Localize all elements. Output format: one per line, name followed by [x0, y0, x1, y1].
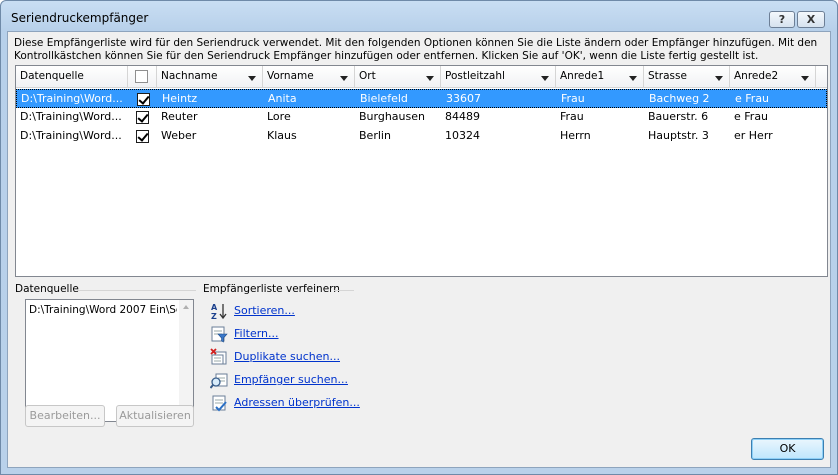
cell-plz: 84489 [445, 110, 480, 123]
row-checkbox[interactable] [136, 111, 149, 124]
col-header-label: Datenquelle [20, 70, 84, 82]
svg-text:Z: Z [211, 312, 217, 320]
cell-vorname: Anita [268, 92, 297, 105]
ok-button[interactable]: OK [751, 438, 824, 460]
row-checkbox[interactable] [137, 93, 150, 106]
table-row[interactable]: D:\Training\Word... Heintz Anita Bielefe… [16, 89, 827, 108]
cell-anrede2: e Frau [734, 110, 769, 123]
cell-nachname: Reuter [161, 110, 198, 123]
edit-button[interactable]: Bearbeiten... [25, 405, 105, 427]
intro-text: Diese Empfängerliste wird für den Serien… [14, 37, 818, 62]
find-recipient-link[interactable]: Empfänger suchen... [234, 373, 348, 386]
cell-nachname: Weber [161, 129, 197, 142]
title-bar[interactable]: Seriendruckempfänger ? X [1, 1, 837, 31]
cell-anrede2: er Herr [734, 129, 773, 142]
cell-anrede1: Frau [560, 110, 584, 123]
col-header-label: Anrede1 [560, 70, 605, 82]
duplicates-link[interactable]: Duplikate suchen... [234, 350, 340, 363]
col-header-label: Postleitzahl [445, 70, 505, 82]
col-header-postleitzahl[interactable]: Postleitzahl [441, 66, 556, 88]
col-header-label: Vorname [267, 70, 314, 82]
filter-link[interactable]: Filtern... [234, 327, 279, 340]
col-header-checkbox[interactable] [128, 66, 157, 88]
cell-source: D:\Training\Word... [20, 129, 122, 142]
cell-strasse: Hauptstr. 3 [648, 129, 709, 142]
table-row[interactable]: D:\Training\Word... Reuter Lore Burghaus… [16, 108, 827, 127]
find-recipient-icon [210, 373, 228, 389]
col-header-label: Ort [359, 70, 376, 82]
duplicates-icon [210, 348, 227, 365]
cell-ort: Berlin [359, 129, 391, 142]
col-header-nachname[interactable]: Nachname [157, 66, 263, 88]
cell-strasse: Bauerstr. 6 [648, 110, 709, 123]
refine-label: Empfängerliste verfeinern [203, 283, 340, 295]
list-header: Datenquelle Nachname Vorname Ort Postlei… [16, 66, 827, 88]
help-button[interactable]: ? [769, 11, 795, 28]
sort-link[interactable]: Sortieren... [234, 304, 295, 317]
cell-ort: Burghausen [359, 110, 425, 123]
dropdown-arrow-icon[interactable] [801, 76, 809, 81]
cell-anrede1: Herrn [560, 129, 591, 142]
cell-plz: 10324 [445, 129, 480, 142]
cell-strasse: Bachweg 2 [649, 92, 710, 105]
select-all-checkbox[interactable] [135, 70, 148, 83]
refresh-button[interactable]: Aktualisieren [116, 405, 194, 427]
table-row[interactable]: D:\Training\Word... Weber Klaus Berlin 1… [16, 127, 827, 146]
col-header-ort[interactable]: Ort [355, 66, 441, 88]
col-header-datenquelle[interactable]: Datenquelle [16, 66, 128, 88]
vertical-scrollbar[interactable] [179, 300, 193, 421]
sort-icon: A Z [211, 303, 227, 320]
cell-nachname: Heintz [162, 92, 198, 105]
recipient-list[interactable]: Datenquelle Nachname Vorname Ort Postlei… [15, 65, 828, 277]
cell-vorname: Klaus [267, 129, 297, 142]
col-header-strasse[interactable]: Strasse [644, 66, 730, 88]
datasource-label: Datenquelle [15, 283, 79, 295]
cell-ort: Bielefeld [360, 92, 408, 105]
datasource-list[interactable]: D:\Training\Word 2007 Ein\Sch [25, 299, 194, 422]
cell-source: D:\Training\Word... [21, 92, 123, 105]
col-header-vorname[interactable]: Vorname [263, 66, 355, 88]
col-header-anrede1[interactable]: Anrede1 [556, 66, 644, 88]
cell-anrede2: e Frau [735, 92, 770, 105]
cell-source: D:\Training\Word... [20, 110, 122, 123]
divider [78, 290, 196, 291]
window-title: Seriendruckempfänger [11, 11, 149, 25]
dropdown-arrow-icon[interactable] [715, 76, 723, 81]
dialog-client: Diese Empfängerliste wird für den Serien… [7, 31, 831, 468]
col-header-label: Strasse [648, 70, 687, 82]
row-checkbox[interactable] [136, 130, 149, 143]
datasource-item[interactable]: D:\Training\Word 2007 Ein\Sch [29, 304, 177, 316]
divider [334, 290, 354, 291]
col-header-anrede2[interactable]: Anrede2 [730, 66, 816, 88]
col-header-label: Anrede2 [734, 70, 779, 82]
dropdown-arrow-icon[interactable] [426, 76, 434, 81]
col-header-label: Nachname [161, 70, 218, 82]
cell-anrede1: Frau [561, 92, 585, 105]
dialog-window: Seriendruckempfänger ? X Diese Empfänger… [0, 0, 838, 475]
scroll-up-icon[interactable] [183, 305, 189, 309]
svg-text:A: A [211, 303, 218, 312]
dropdown-arrow-icon[interactable] [541, 76, 549, 81]
filter-icon [211, 326, 228, 343]
cell-plz: 33607 [446, 92, 481, 105]
dropdown-arrow-icon[interactable] [248, 76, 256, 81]
cell-vorname: Lore [267, 110, 291, 123]
validate-address-link[interactable]: Adressen überprüfen... [234, 396, 360, 409]
dropdown-arrow-icon[interactable] [340, 76, 348, 81]
validate-address-icon [212, 395, 227, 412]
dropdown-arrow-icon[interactable] [629, 76, 637, 81]
close-button[interactable]: X [797, 11, 825, 28]
